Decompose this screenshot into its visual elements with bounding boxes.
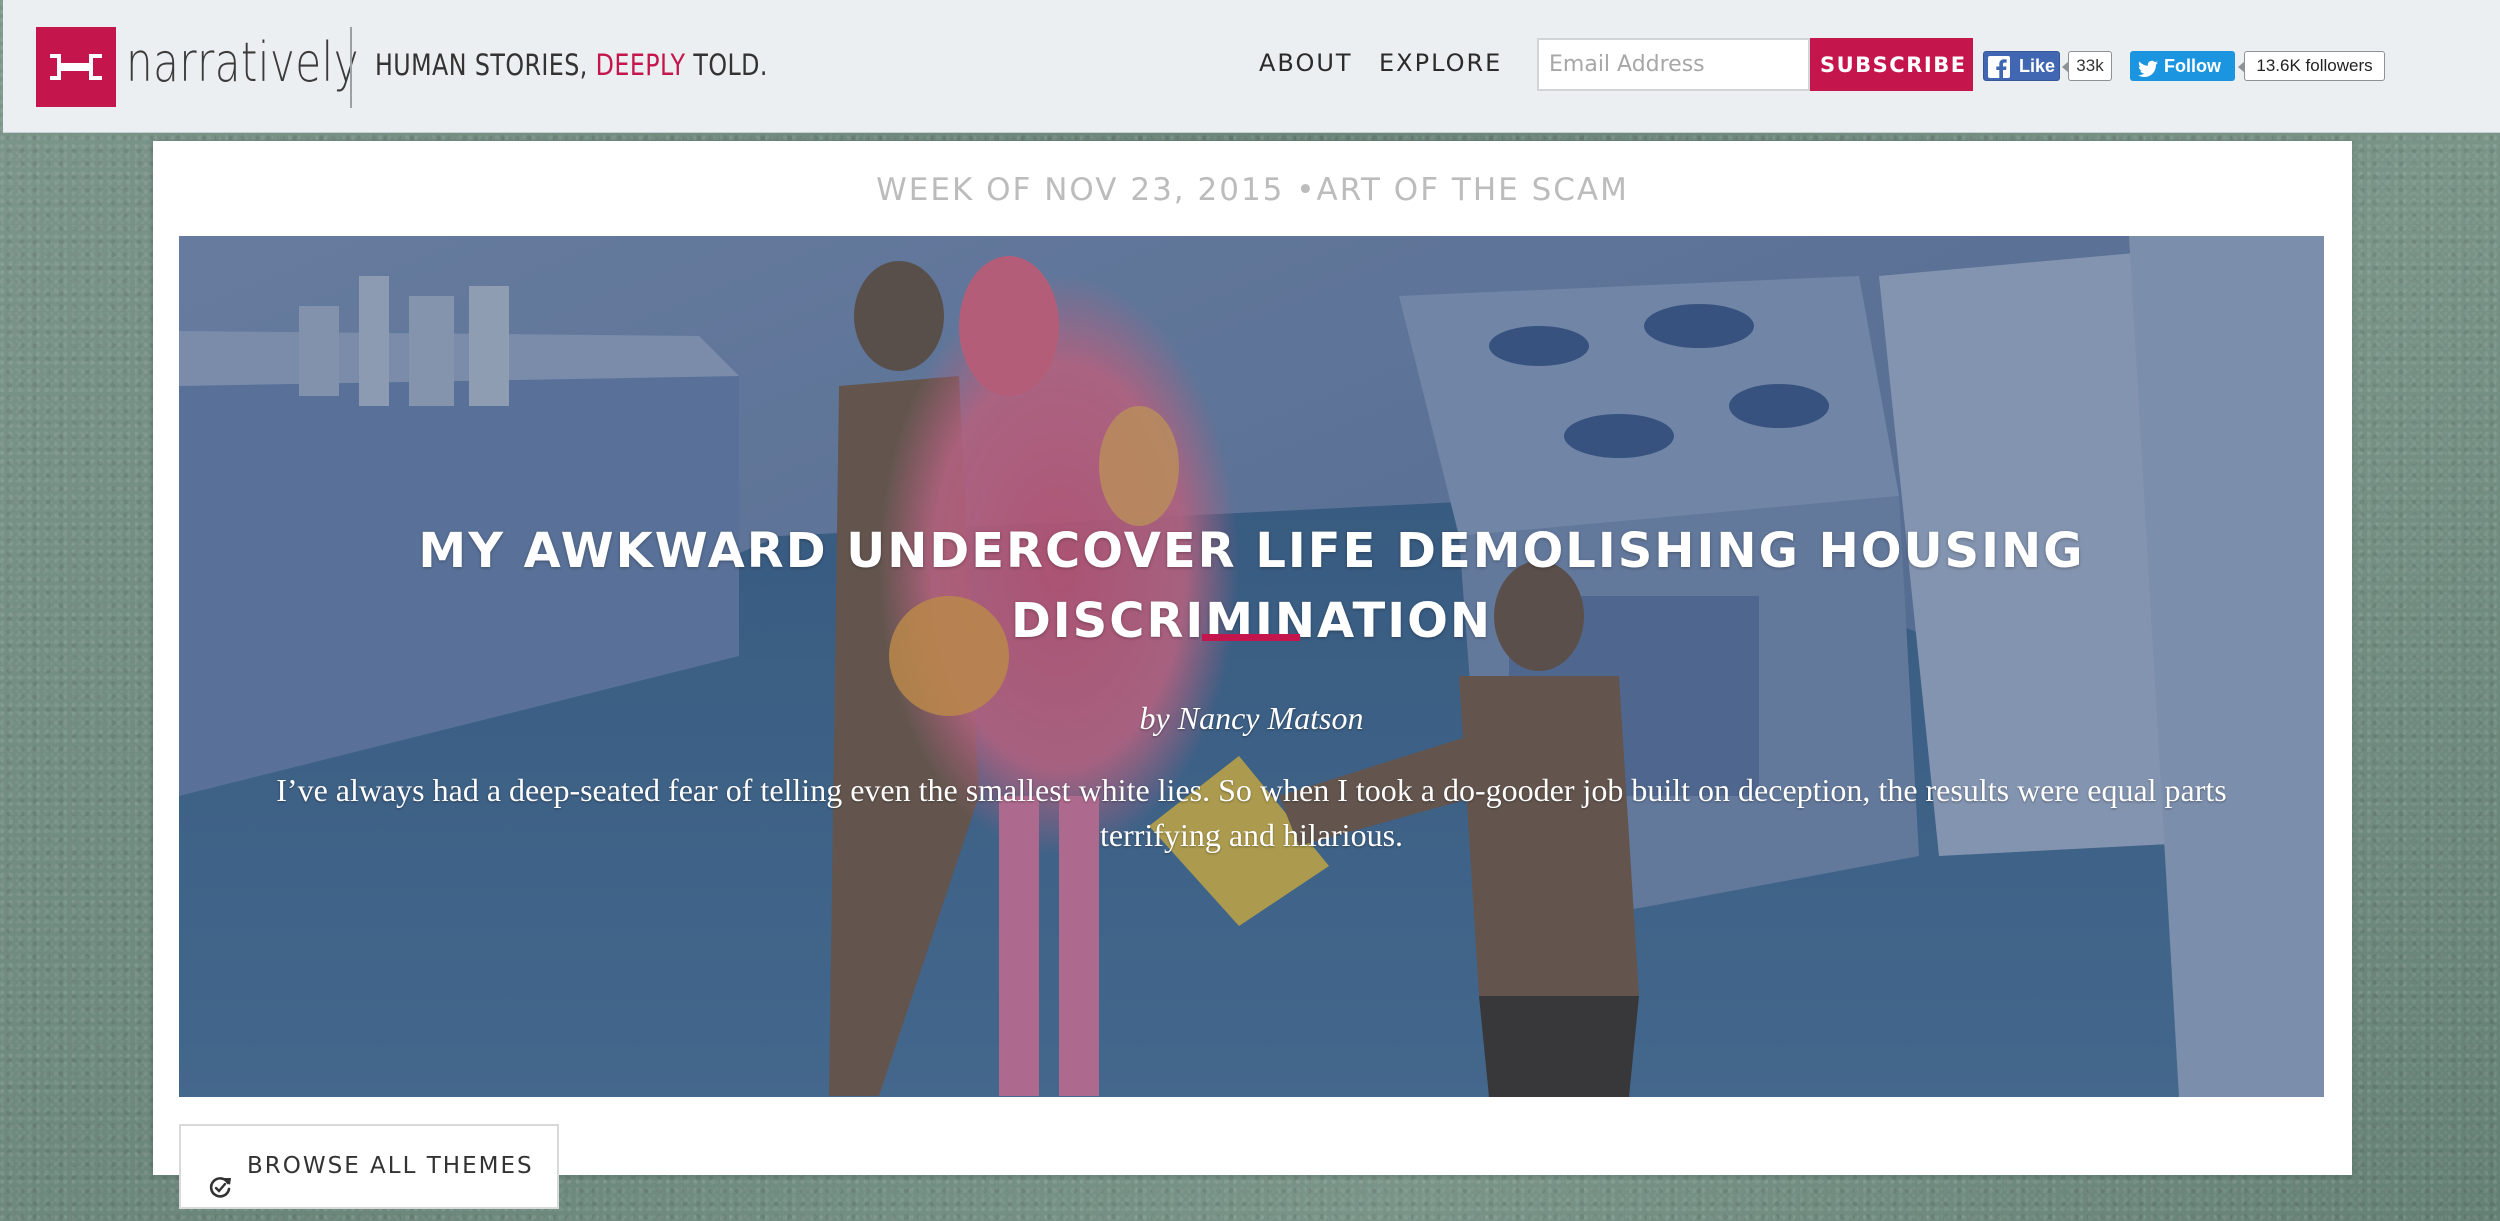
twitter-follow-label: Follow (2164, 56, 2221, 76)
logo-divider (350, 27, 352, 108)
facebook-like-count: 33k (2062, 51, 2112, 81)
facebook-like-button[interactable]: Like (1983, 51, 2060, 81)
twitter-follower-count: 13.6K followers (2238, 51, 2385, 81)
email-input[interactable] (1537, 38, 1810, 91)
logo-wordmark[interactable]: narratively (126, 28, 359, 98)
facebook-icon (1988, 56, 2010, 78)
story-byline: by Nancy Matson (1139, 700, 1364, 736)
refresh-icon (207, 1153, 233, 1221)
twitter-follow-button[interactable]: Follow (2130, 51, 2235, 81)
tagline-prefix: HUMAN STORIES, (375, 48, 596, 82)
story-title[interactable]: MY AWKWARD UNDERCOVER LIFE DEMOLISHING H… (179, 516, 2324, 649)
title-divider (1202, 634, 1300, 641)
facebook-like-label: Like (2019, 56, 2056, 76)
hero-overlay (179, 236, 2324, 1097)
site-header: narratively HUMAN STORIES, DEEPLY TOLD. … (3, 0, 2500, 133)
tagline-accent: DEEPLY (595, 48, 686, 82)
nav-about[interactable]: ABOUT (1259, 46, 1353, 80)
theme-card: WEEK OF NOV 23, 2015 •ART OF THE SCAM MY… (153, 141, 2352, 1175)
theme-week-line[interactable]: WEEK OF NOV 23, 2015 •ART OF THE SCAM (153, 167, 2352, 213)
twitter-bird-icon (2138, 57, 2158, 87)
story-dek: I’ve always had a deep-seated fear of te… (276, 772, 2227, 853)
tagline-suffix: TOLD. (685, 48, 768, 82)
nav-explore[interactable]: EXPLORE (1379, 46, 1502, 80)
subscribe-button[interactable]: SUBSCRIBE T (1810, 38, 1973, 91)
logo-icon[interactable] (36, 27, 116, 107)
featured-story-hero[interactable]: MY AWKWARD UNDERCOVER LIFE DEMOLISHING H… (179, 236, 2324, 1097)
browse-all-themes-button[interactable]: BROWSE ALL THEMES (179, 1124, 559, 1209)
tagline: HUMAN STORIES, DEEPLY TOLD. (375, 45, 768, 85)
browse-all-themes-label: BROWSE ALL THEMES (247, 1153, 534, 1179)
